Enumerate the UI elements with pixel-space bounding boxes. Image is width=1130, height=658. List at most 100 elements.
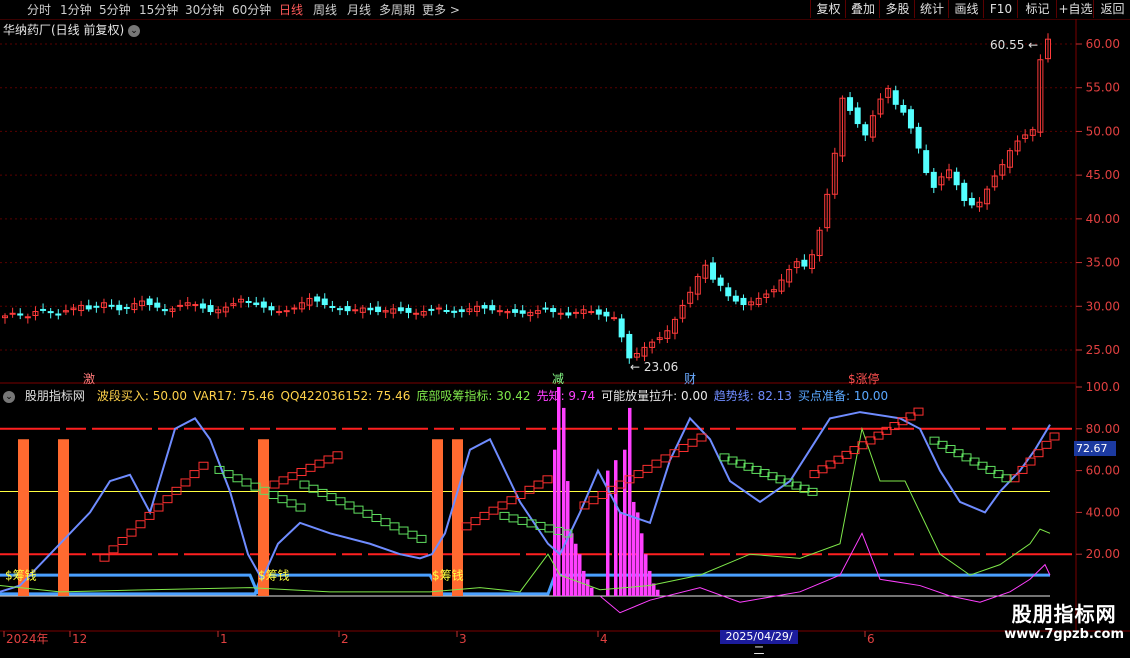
toolbar-button-5[interactable]: F10 xyxy=(983,0,1018,18)
ind-axis-label: 100.0 xyxy=(1086,380,1120,394)
step-box xyxy=(223,470,234,479)
step-box xyxy=(597,491,608,499)
price-label: 60.00 xyxy=(1086,37,1120,51)
step-box xyxy=(497,501,508,510)
candle-body xyxy=(268,306,275,311)
watermark-title: 股朋指标网 xyxy=(1011,602,1117,626)
toolbar-button-2[interactable]: 多股 xyxy=(879,0,915,18)
candle-body xyxy=(618,318,625,338)
candle-body xyxy=(923,150,930,174)
ind-axis-label: 60.00 xyxy=(1086,464,1120,478)
date-label: 3 xyxy=(459,632,467,646)
limit-up-label: 涨停 xyxy=(855,372,880,386)
candle-body xyxy=(915,126,922,149)
chou-label-0: $筹钱 xyxy=(5,567,37,582)
step-box xyxy=(651,459,662,468)
candle-body xyxy=(611,317,618,320)
step-box xyxy=(353,505,364,514)
step-box xyxy=(524,485,535,494)
candle-body xyxy=(572,311,579,314)
step-box xyxy=(398,526,409,535)
candle-body xyxy=(428,308,435,311)
step-box xyxy=(633,470,644,479)
price-label: 25.00 xyxy=(1086,343,1120,357)
toolbar-button-6[interactable]: 标记 xyxy=(1017,0,1057,18)
cursor-date: 2025/04/29/二 xyxy=(720,630,798,657)
toolbar-button-8[interactable]: 返回 xyxy=(1093,0,1130,18)
step-box xyxy=(544,524,555,533)
date-label: 6 xyxy=(867,632,875,646)
candle-body xyxy=(253,302,260,306)
candle-body xyxy=(352,309,359,312)
timeframe-2[interactable]: 5分钟 xyxy=(99,2,131,18)
timeframe-8[interactable]: 月线 xyxy=(347,2,371,18)
accumulation-bar xyxy=(562,407,566,596)
step-box xyxy=(461,522,472,531)
candle-body xyxy=(519,310,526,314)
step-box xyxy=(332,451,343,460)
indicator-item-1: VAR17: 75.46 xyxy=(193,389,275,403)
kline-chart[interactable]: 60.00 55.00 50.00 45.00 40.00 35.00 30.00 25.00… xyxy=(0,19,1130,650)
wave-buy-bar xyxy=(58,439,69,596)
ind-axis-label: 40.00 xyxy=(1086,505,1120,519)
step-box xyxy=(533,480,544,489)
step-box xyxy=(126,528,137,537)
timeframe-1[interactable]: 1分钟 xyxy=(60,2,92,18)
step-box xyxy=(108,545,119,554)
step-box xyxy=(479,511,490,520)
candle-body xyxy=(108,304,115,307)
candle-body xyxy=(55,313,62,316)
prophet-line xyxy=(599,532,1051,614)
candle-body xyxy=(862,124,869,136)
current-value-badge: 72.67 xyxy=(1074,441,1116,456)
candle-body xyxy=(192,304,199,307)
date-label: 4 xyxy=(600,632,608,646)
timeframe-7[interactable]: 周线 xyxy=(313,2,337,18)
step-box xyxy=(499,511,510,520)
step-box xyxy=(362,509,373,518)
indicator-item-6: 趋势线: 82.13 xyxy=(713,389,792,403)
step-box xyxy=(99,553,110,562)
step-box xyxy=(506,496,517,505)
timeframe-4[interactable]: 30分钟 xyxy=(185,2,224,18)
candle-body xyxy=(451,310,458,313)
step-box xyxy=(371,513,382,522)
candle-body xyxy=(413,312,420,315)
date-label: 2024年 xyxy=(6,632,49,646)
indicator-legend: ⌄ 股朋指标网 波段买入: 50.00 VAR17: 75.46 QQ42203615… xyxy=(3,387,894,404)
timeframe-9[interactable]: 多周期 xyxy=(379,2,415,18)
candle-body xyxy=(9,312,16,315)
marker-limit-up: $涨停 xyxy=(848,372,880,386)
marker-jian: 减 xyxy=(552,372,565,386)
timeframe-10[interactable]: 更多 > xyxy=(422,2,460,18)
watermark-url: www.7gpzb.com xyxy=(1004,627,1124,642)
timeframe-0[interactable]: 分时 xyxy=(27,2,51,18)
candle-body xyxy=(595,309,602,315)
toolbar-button-0[interactable]: 复权 xyxy=(810,0,846,18)
candle-body xyxy=(542,307,549,310)
candle-body xyxy=(717,277,724,286)
step-box xyxy=(326,493,337,502)
accumulation-bar xyxy=(644,554,648,596)
step-box xyxy=(335,497,346,506)
step-box xyxy=(517,516,528,525)
toolbar-button-1[interactable]: 叠加 xyxy=(845,0,880,18)
candle-body xyxy=(329,305,336,308)
toolbar-button-3[interactable]: 统计 xyxy=(914,0,949,18)
watermark: 股朋指标网 www.7gpzb.com xyxy=(1004,598,1124,642)
toolbar-button-7[interactable]: +自选 xyxy=(1056,0,1094,18)
timeframe-5[interactable]: 60分钟 xyxy=(232,2,271,18)
timeframe-6[interactable]: 日线 xyxy=(279,2,303,18)
timeframe-3[interactable]: 15分钟 xyxy=(139,2,178,18)
candle-body xyxy=(443,309,450,312)
candle-body xyxy=(397,307,404,312)
price-label: 50.00 xyxy=(1086,124,1120,138)
step-box xyxy=(380,518,391,527)
candle-body xyxy=(314,296,321,302)
step-box xyxy=(642,464,653,473)
toolbar-button-4[interactable]: 画线 xyxy=(948,0,984,18)
accumulation-bar xyxy=(590,587,594,596)
chevron-down-icon[interactable]: ⌄ xyxy=(3,390,15,403)
chou-label-1: $筹钱 xyxy=(258,567,290,582)
candle-body xyxy=(116,304,123,311)
